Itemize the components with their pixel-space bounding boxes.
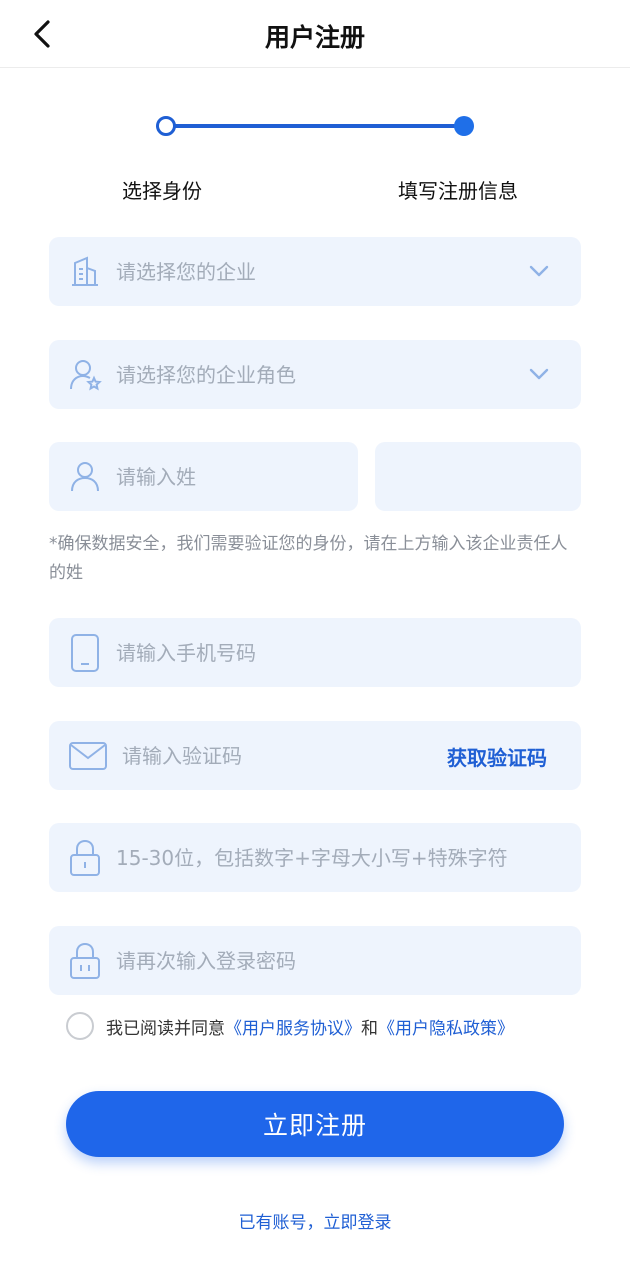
step-2-label: 填写注册信息: [398, 179, 518, 203]
step-1-dot: [156, 116, 176, 136]
agreement-row: 我已阅读并同意 《用户服务协议》 和 《用户隐私政策》: [66, 1012, 514, 1040]
phone-icon: [68, 633, 102, 672]
role-placeholder: 请选择您的企业角色: [116, 362, 296, 387]
get-code-button[interactable]: 获取验证码: [447, 742, 547, 771]
user-star-icon: [68, 358, 102, 392]
confirm-password-placeholder: 请再次输入登录密码: [116, 948, 296, 973]
verification-code-input[interactable]: 请输入验证码 获取验证码: [49, 721, 581, 790]
step-2-dot: [454, 116, 474, 136]
registration-stepper: [155, 115, 475, 137]
mail-icon: [68, 739, 108, 773]
agreement-checkbox[interactable]: [66, 1012, 94, 1040]
agreement-joiner: 和: [361, 1018, 378, 1039]
surname-input[interactable]: 请输入姓: [49, 442, 358, 511]
login-link[interactable]: 已有账号，立即登录: [0, 1208, 630, 1233]
chevron-down-icon: [529, 265, 549, 277]
confirm-password-input[interactable]: 请再次输入登录密码: [49, 926, 581, 995]
user-icon: [68, 460, 102, 494]
surname-placeholder: 请输入姓: [116, 464, 196, 489]
app-header: 用户注册: [0, 0, 630, 68]
password-input[interactable]: 15-30位，包括数字+字母大小写+特殊字符: [49, 823, 581, 892]
page-title: 用户注册: [264, 23, 365, 52]
service-agreement-link[interactable]: 《用户服务协议》: [225, 1014, 361, 1039]
phone-input[interactable]: 请输入手机号码: [49, 618, 581, 687]
lock-icon: [68, 839, 102, 876]
enterprise-placeholder: 请选择您的企业: [116, 259, 256, 284]
lock-icon: [68, 942, 102, 979]
agreement-prefix: 我已阅读并同意: [106, 1018, 225, 1039]
step-1-label: 选择身份: [122, 179, 202, 203]
given-name-input[interactable]: [375, 442, 581, 511]
privacy-policy-link[interactable]: 《用户隐私政策》: [378, 1014, 514, 1039]
chevron-down-icon: [529, 368, 549, 380]
code-placeholder: 请输入验证码: [122, 743, 242, 768]
verification-note: *确保数据安全，我们需要验证您的身份，请在上方输入该企业责任人的姓: [49, 534, 568, 583]
role-select[interactable]: 请选择您的企业角色: [49, 340, 581, 409]
building-icon: [68, 255, 102, 289]
stepper-line: [167, 124, 463, 128]
password-placeholder: 15-30位，包括数字+字母大小写+特殊字符: [116, 845, 508, 870]
enterprise-select[interactable]: 请选择您的企业: [49, 237, 581, 306]
register-button[interactable]: 立即注册: [66, 1091, 564, 1157]
phone-placeholder: 请输入手机号码: [116, 640, 256, 665]
